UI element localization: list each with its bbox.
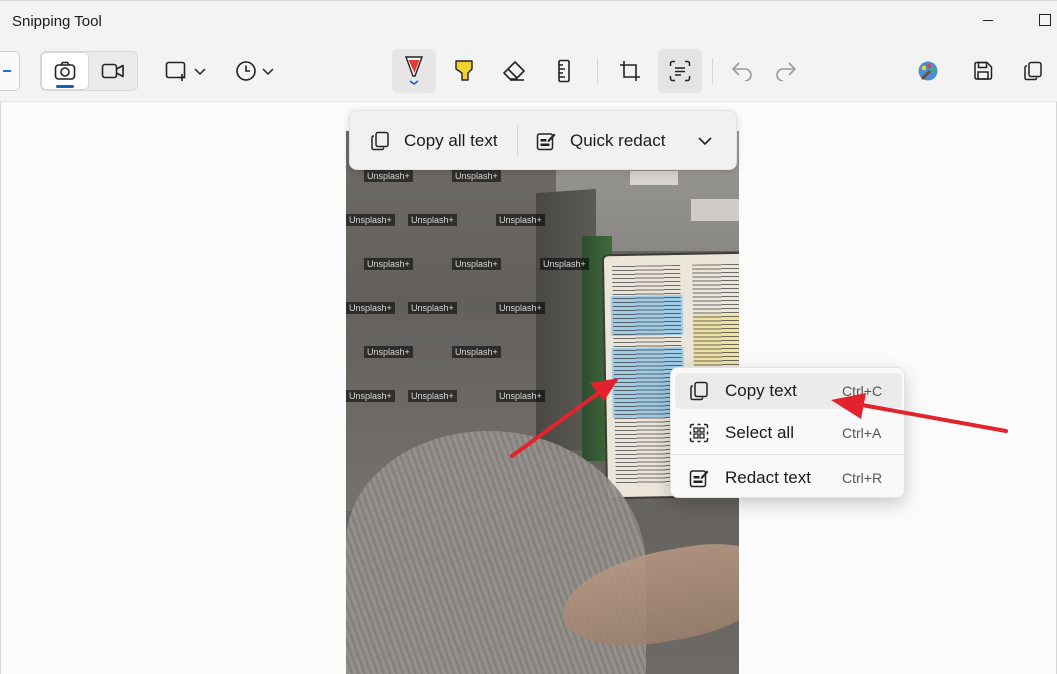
save-icon — [974, 61, 993, 80]
pen-tool-button[interactable] — [392, 49, 436, 93]
menu-item-label: Redact text — [725, 468, 811, 487]
watermark: Unsplash+ — [408, 214, 457, 226]
crop-icon — [620, 61, 640, 81]
menu-item-label: Select all — [725, 423, 794, 442]
quick-redact-label: Quick redact — [570, 131, 666, 150]
delay-dropdown[interactable] — [228, 51, 282, 91]
redact-icon — [689, 470, 709, 488]
ruler-tool-button[interactable] — [544, 51, 584, 91]
snip-shape-icon — [165, 61, 186, 81]
new-snip-button[interactable] — [0, 51, 20, 91]
copy-all-text-button[interactable]: Copy all text — [370, 111, 498, 171]
watermark: Unsplash+ — [346, 214, 395, 226]
clock-icon — [236, 61, 256, 81]
menu-divider — [671, 454, 904, 455]
menu-item-shortcut: Ctrl+A — [842, 425, 882, 441]
toolbar-divider — [712, 58, 713, 84]
watermark: Unsplash+ — [452, 258, 501, 270]
maximize-icon[interactable] — [1035, 9, 1055, 33]
copy-icon — [1024, 61, 1042, 81]
watermark: Unsplash+ — [346, 302, 395, 314]
save-button[interactable] — [963, 51, 1003, 91]
camera-icon — [54, 61, 76, 80]
ruler-icon — [558, 59, 570, 83]
watermark: Unsplash+ — [452, 346, 501, 358]
redo-button[interactable] — [766, 51, 806, 91]
crop-button[interactable] — [610, 51, 650, 91]
title-bar: Snipping Tool — [0, 0, 1057, 40]
watermark: Unsplash+ — [364, 346, 413, 358]
watermark: Unsplash+ — [496, 302, 545, 314]
snip-shape-dropdown[interactable] — [160, 51, 212, 91]
video-mode-button[interactable] — [90, 52, 136, 90]
selected-mode-indicator — [56, 85, 74, 88]
copy-all-text-label: Copy all text — [404, 131, 498, 150]
chevron-down-icon — [698, 137, 712, 146]
eraser-tool-button[interactable] — [494, 51, 534, 91]
text-actions-icon — [669, 60, 691, 82]
copy-text-menu-item[interactable]: Copy text Ctrl+C — [675, 373, 902, 409]
image-paper — [691, 199, 739, 221]
minimize-icon[interactable] — [979, 9, 999, 33]
watermark: Unsplash+ — [540, 258, 589, 270]
watermark: Unsplash+ — [496, 390, 545, 402]
select-all-menu-item[interactable]: Select all Ctrl+A — [675, 415, 902, 451]
text-actions-button[interactable] — [658, 49, 702, 93]
watermark: Unsplash+ — [408, 302, 457, 314]
watermark: Unsplash+ — [496, 214, 545, 226]
image-paper — [630, 171, 678, 185]
watermark: Unsplash+ — [452, 170, 501, 182]
watermark: Unsplash+ — [408, 390, 457, 402]
app-title: Snipping Tool — [12, 13, 102, 30]
undo-button[interactable] — [722, 51, 762, 91]
video-icon — [101, 63, 124, 79]
eraser-icon — [503, 61, 525, 81]
pen-icon — [404, 56, 424, 85]
copy-icon — [690, 381, 708, 401]
quick-redact-dropdown[interactable] — [690, 127, 720, 155]
toolbar-divider — [597, 58, 598, 84]
toolbar — [0, 40, 1057, 102]
watermark: Unsplash+ — [346, 390, 395, 402]
redact-icon — [536, 133, 556, 151]
redo-icon — [776, 62, 797, 81]
text-actions-bar: Copy all text Quick redact — [349, 110, 737, 170]
chevron-down-icon — [262, 68, 274, 76]
menu-item-shortcut: Ctrl+R — [842, 470, 883, 486]
redact-text-menu-item[interactable]: Redact text Ctrl+R — [675, 460, 902, 496]
quick-redact-button[interactable]: Quick redact — [536, 111, 665, 171]
highlighter-tool-button[interactable] — [444, 51, 484, 91]
copy-button[interactable] — [1013, 51, 1053, 91]
context-menu: Copy text Ctrl+C Select all Ctrl+A Redac… — [670, 367, 905, 498]
menu-item-shortcut: Ctrl+C — [842, 383, 883, 399]
undo-icon — [731, 62, 752, 81]
watermark: Unsplash+ — [364, 258, 413, 270]
open-in-paint-button[interactable] — [908, 51, 948, 91]
copy-icon — [371, 131, 389, 151]
select-all-icon — [689, 423, 709, 443]
highlighter-icon — [455, 60, 473, 81]
menu-item-label: Copy text — [725, 381, 797, 400]
watermark: Unsplash+ — [364, 170, 413, 182]
divider — [517, 125, 518, 157]
paint-icon — [918, 61, 938, 81]
chevron-down-icon — [194, 68, 206, 76]
